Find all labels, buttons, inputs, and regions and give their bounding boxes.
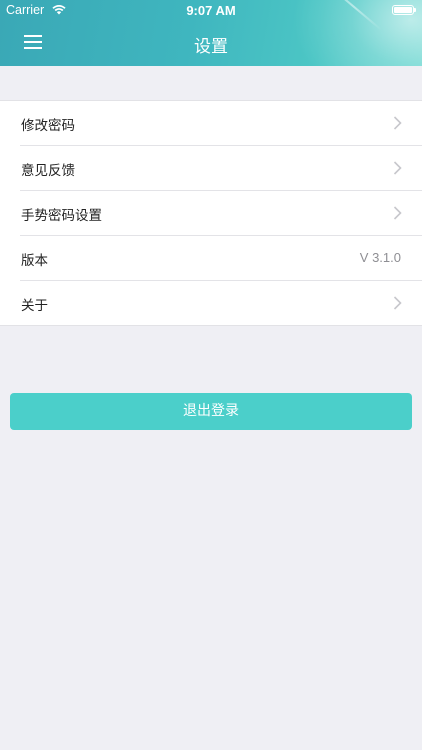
settings-item-change-password[interactable]: 修改密码 [20, 101, 422, 146]
chevron-right-icon [393, 116, 402, 130]
settings-item-label: 关于 [21, 298, 48, 314]
settings-item-version: 版本 V 3.1.0 [20, 236, 422, 281]
settings-item-label: 版本 [21, 253, 48, 269]
page-title: 设置 [194, 37, 228, 57]
settings-item-gesture-password[interactable]: 手势密码设置 [20, 191, 422, 236]
chevron-right-icon [393, 161, 402, 175]
settings-item-label: 手势密码设置 [21, 208, 102, 224]
logout-button[interactable]: 退出登录 [10, 393, 412, 430]
chevron-right-icon [393, 296, 402, 310]
version-value: V 3.1.0 [359, 250, 401, 265]
status-time: 9:07 AM [186, 3, 236, 18]
settings-item-feedback[interactable]: 意见反馈 [20, 146, 422, 191]
settings-item-label: 意见反馈 [21, 163, 75, 179]
settings-list: 修改密码 意见反馈 手势密码设置 版本 V 3.1.0 关于 [0, 100, 422, 326]
settings-item-label: 修改密码 [21, 118, 75, 134]
settings-item-about[interactable]: 关于 [20, 281, 422, 325]
nav-header: Carrier 9:07 AM 设置 [0, 0, 422, 66]
chevron-right-icon [393, 206, 402, 220]
battery-icon [392, 5, 416, 15]
status-bar: Carrier 9:07 AM [0, 0, 422, 22]
